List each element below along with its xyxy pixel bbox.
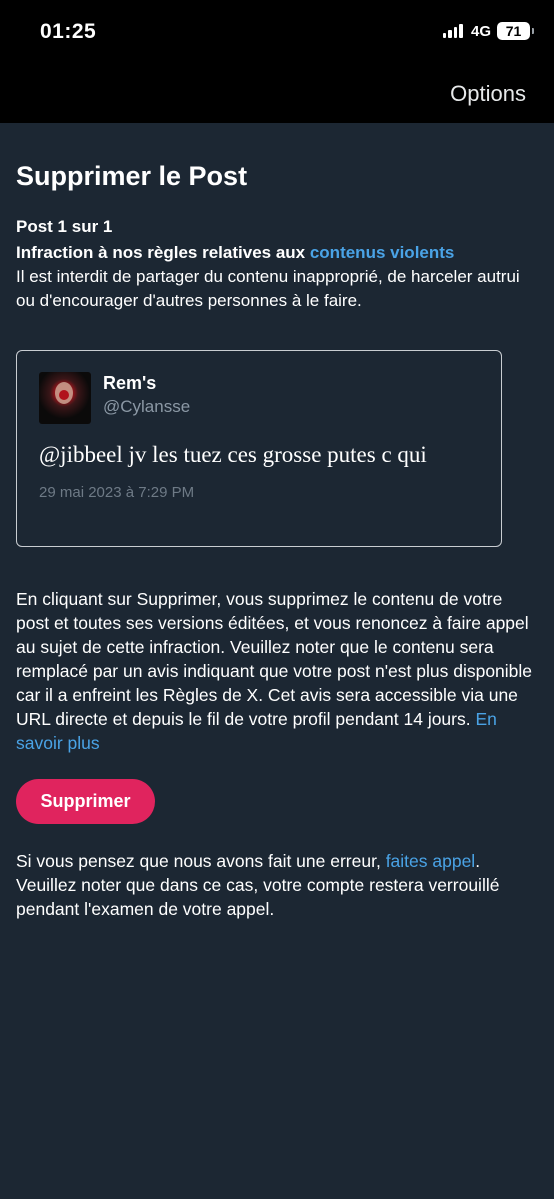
main-content: Supprimer le Post Post 1 sur 1 Infractio… [16,123,536,921]
status-indicators: 4G 71 [442,22,534,40]
appeal-prefix: Si vous pensez que nous avons fait une e… [16,851,386,871]
infraction-heading: Infraction à nos règles relatives aux [16,243,310,262]
network-type: 4G [470,22,491,40]
infraction-description: Il est interdit de partager du contenu i… [16,267,520,310]
appeal-link[interactable]: faites appel [386,851,476,871]
author-name: Rem's [103,373,157,393]
post-count: Post 1 sur 1 [16,217,113,236]
post-timestamp: 29 mai 2023 à 7:29 PM [39,484,195,501]
status-time: 01:25 [40,20,97,43]
page-title: Supprimer le Post [16,161,248,191]
delete-button[interactable]: Supprimer [16,779,155,824]
signal-strength-icon [442,24,463,38]
reported-post-card: Rem's @Cylansse @jibbeel jv les tuez ces… [16,350,502,547]
author-handle: @Cylansse [103,397,191,416]
avatar [39,372,91,424]
top-navigation-bar: Options [0,66,554,123]
options-button[interactable]: Options [450,81,526,107]
infraction-notice: Infraction à nos règles relatives aux co… [16,241,536,313]
violent-content-link[interactable]: contenus violents [310,243,455,262]
appeal-notice: Si vous pensez que nous avons fait une e… [16,849,536,921]
deletion-explanation: En cliquant sur Supprimer, vous supprime… [16,587,536,755]
status-bar: 01:25 4G 71 [0,0,554,66]
battery-level: 71 [505,23,522,39]
post-text: @jibbeel jv les tuez ces grosse putes c … [39,442,427,467]
battery-icon: 71 [497,22,534,40]
explanation-text: En cliquant sur Supprimer, vous supprime… [16,589,533,729]
